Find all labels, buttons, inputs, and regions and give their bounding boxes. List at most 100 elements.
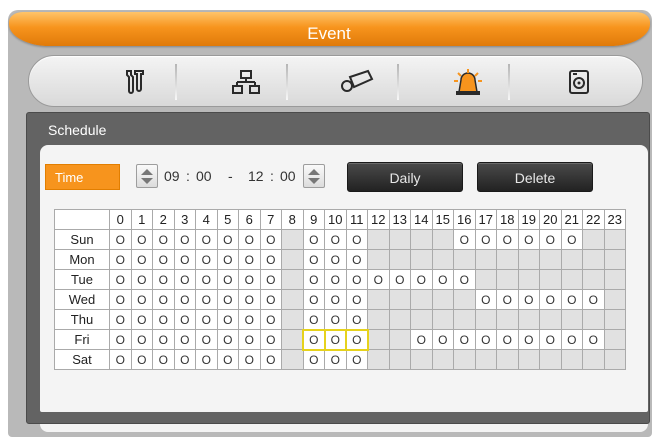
schedule-cell[interactable] [474, 309, 497, 330]
schedule-cell[interactable]: O [431, 269, 454, 290]
schedule-cell[interactable] [539, 249, 562, 270]
schedule-cell[interactable]: O [496, 329, 519, 350]
schedule-cell[interactable] [453, 309, 476, 330]
nav-event-button[interactable] [412, 56, 523, 108]
schedule-cell[interactable] [560, 309, 583, 330]
schedule-cell[interactable]: O [324, 249, 347, 270]
schedule-cell[interactable] [388, 249, 411, 270]
schedule-cell[interactable] [603, 289, 626, 310]
schedule-cell[interactable]: O [152, 349, 175, 370]
schedule-cell[interactable]: O [130, 289, 153, 310]
schedule-cell[interactable] [388, 349, 411, 370]
schedule-cell[interactable]: O [324, 269, 347, 290]
schedule-cell[interactable]: O [539, 289, 562, 310]
schedule-cell[interactable] [281, 309, 304, 330]
schedule-cell[interactable] [431, 349, 454, 370]
schedule-cell[interactable] [560, 269, 583, 290]
schedule-cell[interactable] [367, 229, 390, 250]
schedule-cell[interactable]: O [195, 349, 218, 370]
schedule-cell[interactable]: O [173, 309, 196, 330]
schedule-cell[interactable]: O [302, 269, 325, 290]
schedule-cell[interactable] [474, 249, 497, 270]
schedule-cell[interactable] [496, 269, 519, 290]
schedule-cell[interactable] [388, 229, 411, 250]
schedule-cell[interactable]: O [152, 329, 175, 350]
end-time-spinner[interactable] [303, 164, 325, 188]
schedule-cell[interactable] [517, 309, 540, 330]
schedule-cell[interactable]: O [238, 289, 261, 310]
schedule-cell[interactable]: O [109, 289, 132, 310]
schedule-cell[interactable] [603, 229, 626, 250]
schedule-cell[interactable] [281, 269, 304, 290]
schedule-cell[interactable]: O [474, 289, 497, 310]
schedule-cell[interactable] [453, 249, 476, 270]
schedule-cell[interactable]: O [195, 249, 218, 270]
schedule-cell[interactable]: O [195, 309, 218, 330]
schedule-cell[interactable] [388, 309, 411, 330]
schedule-cell[interactable]: O [582, 289, 605, 310]
spin-down-icon[interactable] [141, 178, 153, 184]
schedule-cell[interactable]: O [539, 329, 562, 350]
schedule-cell[interactable]: O [173, 349, 196, 370]
schedule-cell[interactable]: O [130, 349, 153, 370]
schedule-cell[interactable] [539, 349, 562, 370]
nav-setup-button[interactable] [79, 56, 190, 108]
schedule-cell[interactable]: O [216, 249, 239, 270]
schedule-cell[interactable]: O [367, 269, 390, 290]
schedule-cell[interactable]: O [130, 269, 153, 290]
schedule-cell[interactable]: O [345, 309, 368, 330]
schedule-cell[interactable]: O [216, 289, 239, 310]
schedule-cell[interactable]: O [238, 309, 261, 330]
schedule-cell[interactable]: O [323, 328, 347, 351]
schedule-cell[interactable]: O [302, 249, 325, 270]
schedule-cell[interactable] [560, 249, 583, 270]
schedule-cell[interactable]: O [324, 229, 347, 250]
schedule-cell[interactable]: O [560, 229, 583, 250]
schedule-cell[interactable]: O [560, 289, 583, 310]
schedule-cell[interactable] [603, 329, 626, 350]
schedule-cell[interactable] [410, 249, 433, 270]
schedule-cell[interactable]: O [109, 229, 132, 250]
schedule-cell[interactable] [367, 309, 390, 330]
schedule-cell[interactable]: O [496, 289, 519, 310]
schedule-cell[interactable] [367, 329, 390, 350]
schedule-cell[interactable]: O [302, 328, 326, 351]
schedule-cell[interactable]: O [453, 329, 476, 350]
schedule-cell[interactable]: O [302, 289, 325, 310]
schedule-cell[interactable]: O [474, 229, 497, 250]
schedule-cell[interactable]: O [195, 229, 218, 250]
schedule-cell[interactable] [410, 289, 433, 310]
schedule-cell[interactable]: O [345, 249, 368, 270]
schedule-cell[interactable]: O [496, 229, 519, 250]
nav-camera-button[interactable] [301, 56, 412, 108]
end-minute-field[interactable]: 00 [280, 164, 296, 188]
schedule-cell[interactable]: O [517, 229, 540, 250]
schedule-cell[interactable]: O [195, 269, 218, 290]
schedule-cell[interactable]: O [302, 349, 325, 370]
schedule-cell[interactable]: O [130, 309, 153, 330]
schedule-cell[interactable] [281, 349, 304, 370]
schedule-cell[interactable]: O [109, 329, 132, 350]
schedule-cell[interactable]: O [238, 269, 261, 290]
schedule-cell[interactable]: O [539, 229, 562, 250]
schedule-cell[interactable]: O [453, 229, 476, 250]
schedule-cell[interactable]: O [517, 289, 540, 310]
schedule-cell[interactable] [539, 269, 562, 290]
schedule-cell[interactable]: O [216, 309, 239, 330]
schedule-cell[interactable]: O [109, 269, 132, 290]
schedule-cell[interactable] [431, 229, 454, 250]
delete-button[interactable]: Delete [477, 162, 593, 192]
schedule-cell[interactable]: O [517, 329, 540, 350]
schedule-cell[interactable]: O [324, 289, 347, 310]
schedule-cell[interactable] [582, 349, 605, 370]
schedule-cell[interactable]: O [216, 229, 239, 250]
schedule-cell[interactable]: O [345, 289, 368, 310]
schedule-cell[interactable]: O [238, 249, 261, 270]
schedule-cell[interactable]: O [173, 269, 196, 290]
schedule-cell[interactable] [517, 349, 540, 370]
schedule-cell[interactable] [410, 229, 433, 250]
spin-down-icon[interactable] [308, 178, 320, 184]
schedule-cell[interactable] [367, 349, 390, 370]
schedule-cell[interactable]: O [345, 349, 368, 370]
schedule-cell[interactable] [603, 249, 626, 270]
